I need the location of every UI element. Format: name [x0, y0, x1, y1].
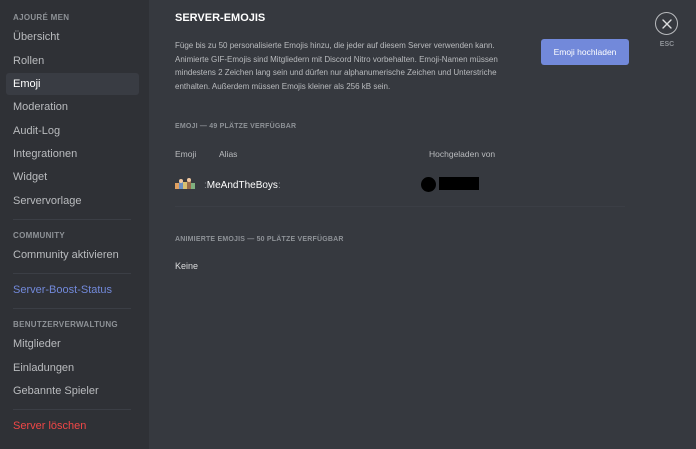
custom-emoji-image [175, 178, 195, 192]
sidebar-item-roles[interactable]: Rollen [6, 50, 139, 72]
emoji-description: Füge bis zu 50 personalisierte Emojis hi… [175, 41, 498, 91]
page-title: SERVER-EMOJIS [175, 12, 266, 24]
animated-emoji-slots-header: ANIMIERTE EMOJIS — 50 PLÄTZE VERFÜGBAR [175, 236, 344, 243]
emoji-row[interactable]: :MeAndTheBoys: [175, 171, 625, 207]
sidebar-item-audit-log[interactable]: Audit-Log [6, 120, 139, 142]
column-header-alias: Alias [219, 149, 238, 159]
sidebar-item-integrations[interactable]: Integrationen [6, 143, 139, 165]
esc-label: ESC [659, 41, 675, 48]
sidebar-item-widget[interactable]: Widget [6, 166, 139, 188]
community-section-header: COMMUNITY [13, 231, 66, 240]
sidebar-divider [13, 219, 131, 220]
close-button[interactable] [655, 12, 678, 35]
uploader-name-redacted [439, 177, 479, 190]
sidebar-item-server-template[interactable]: Servervorlage [6, 190, 139, 212]
user-management-section-header: BENUTZERVERWALTUNG [13, 320, 118, 329]
sidebar-item-bans[interactable]: Gebannte Spieler [6, 380, 139, 402]
emoji-slots-header: EMOJI — 49 PLÄTZE VERFÜGBAR [175, 123, 297, 130]
sidebar-item-enable-community[interactable]: Community aktivieren [6, 244, 139, 266]
column-header-uploader: Hochgeladen von [429, 149, 496, 159]
emoji-alias[interactable]: :MeAndTheBoys: [204, 180, 281, 191]
sidebar-item-invites[interactable]: Einladungen [6, 357, 139, 379]
settings-sidebar: AJOURÉ MEN Übersicht Rollen Emoji Modera… [0, 0, 149, 449]
sidebar-item-members[interactable]: Mitglieder [6, 333, 139, 355]
sidebar-item-emoji[interactable]: Emoji [6, 73, 139, 95]
emoji-settings-panel: SERVER-EMOJIS Füge bis zu 50 personalisi… [149, 0, 696, 449]
close-area: ESC [655, 12, 681, 48]
sidebar-item-moderation[interactable]: Moderation [6, 96, 139, 118]
sidebar-divider [13, 409, 131, 410]
row-divider [175, 206, 625, 207]
sidebar-item-boost-status[interactable]: Server-Boost-Status [6, 279, 139, 301]
sidebar-item-overview[interactable]: Übersicht [6, 26, 139, 48]
sidebar-item-delete-server[interactable]: Server löschen [6, 415, 139, 437]
column-header-emoji: Emoji [175, 149, 197, 159]
upload-emoji-button[interactable]: Emoji hochladen [541, 39, 629, 65]
close-icon [661, 18, 672, 29]
server-section-header: AJOURÉ MEN [13, 13, 70, 22]
sidebar-divider [13, 273, 131, 274]
sidebar-divider [13, 308, 131, 309]
animated-emoji-empty: Keine [175, 261, 199, 271]
uploader-avatar [421, 177, 436, 192]
